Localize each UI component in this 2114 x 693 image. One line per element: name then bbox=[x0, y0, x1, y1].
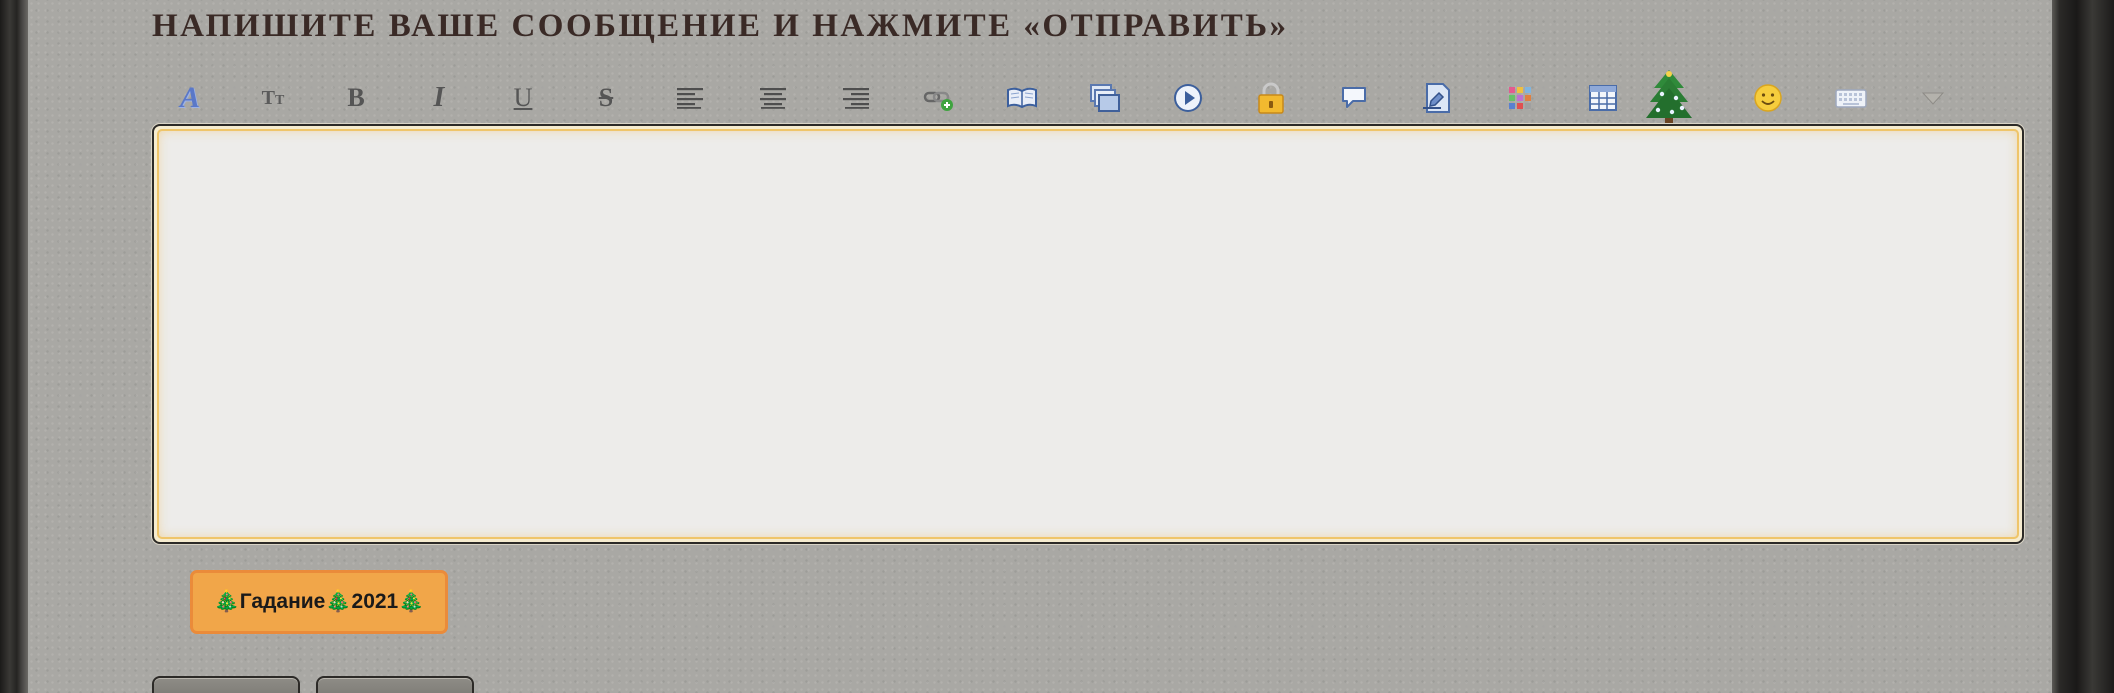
insert-smiley-button[interactable] bbox=[1750, 80, 1786, 116]
table-icon bbox=[1589, 85, 1617, 111]
document-edit-icon bbox=[1423, 83, 1450, 113]
insert-quote-button[interactable] bbox=[1336, 80, 1372, 116]
align-left-button[interactable] bbox=[672, 80, 708, 116]
italic-button[interactable]: I bbox=[421, 80, 457, 116]
image-gallery-icon bbox=[1090, 84, 1120, 112]
align-center-button[interactable] bbox=[755, 80, 791, 116]
color-palette-icon bbox=[1509, 87, 1531, 109]
link-icon bbox=[923, 91, 953, 111]
lock-icon bbox=[1258, 82, 1284, 114]
message-form-panel: НАПИШИТЕ ВАШЕ СООБЩЕНИЕ И НАЖМИТЕ «ОТПРА… bbox=[28, 0, 2052, 693]
bold-icon: B bbox=[347, 83, 365, 112]
insert-spoiler-button[interactable] bbox=[1419, 80, 1455, 116]
more-dropdown-icon bbox=[1921, 92, 1945, 105]
font-color-icon: A bbox=[179, 81, 200, 114]
font-color-button[interactable]: A bbox=[172, 80, 208, 116]
font-size-icon: TT bbox=[261, 87, 285, 109]
christmas-tree-button[interactable] bbox=[1642, 68, 1696, 124]
underline-icon: U bbox=[513, 83, 533, 112]
page-frame-left bbox=[0, 0, 28, 693]
color-picker-button[interactable] bbox=[1502, 80, 1538, 116]
message-editor-frame bbox=[152, 124, 2024, 544]
insert-link-button[interactable] bbox=[921, 80, 957, 116]
preview-button[interactable] bbox=[316, 676, 474, 693]
insert-book-button[interactable] bbox=[1004, 80, 1040, 116]
font-size-button[interactable]: TT bbox=[255, 80, 291, 116]
bold-button[interactable]: B bbox=[338, 80, 374, 116]
speech-bubble-icon bbox=[1342, 87, 1366, 108]
italic-icon: I bbox=[433, 82, 445, 113]
editor-toolbar: A TT B I U S bbox=[28, 0, 2052, 128]
align-right-button[interactable] bbox=[838, 80, 874, 116]
keyboard-icon bbox=[1835, 89, 1867, 108]
message-textarea[interactable] bbox=[157, 129, 2019, 539]
insert-video-button[interactable] bbox=[1170, 80, 1206, 116]
insert-hidden-button[interactable] bbox=[1253, 80, 1289, 116]
align-center-icon bbox=[760, 88, 786, 109]
strikethrough-icon: S bbox=[598, 83, 614, 112]
divination-2021-button[interactable]: 🎄Гадание🎄2021🎄 bbox=[190, 570, 448, 634]
book-icon bbox=[1007, 87, 1037, 109]
align-right-icon bbox=[843, 88, 869, 109]
insert-table-button[interactable] bbox=[1585, 80, 1621, 116]
christmas-tree-icon bbox=[1646, 70, 1692, 124]
send-button[interactable] bbox=[152, 676, 300, 693]
video-play-icon bbox=[1174, 84, 1202, 112]
more-tools-button[interactable] bbox=[1915, 80, 1951, 116]
strikethrough-button[interactable]: S bbox=[588, 80, 624, 116]
insert-image-button[interactable] bbox=[1087, 80, 1123, 116]
virtual-keyboard-button[interactable] bbox=[1833, 80, 1869, 116]
page-frame-right bbox=[2052, 0, 2114, 693]
align-left-icon bbox=[677, 88, 703, 109]
smiley-icon bbox=[1754, 84, 1782, 112]
underline-button[interactable]: U bbox=[505, 80, 541, 116]
